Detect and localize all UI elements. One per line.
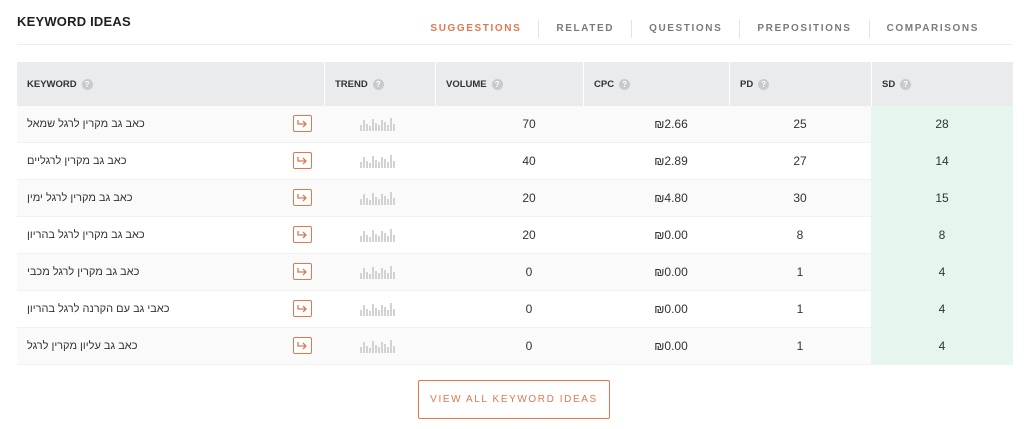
keyword-text[interactable]: כאב גב מקרין לרגל שמאל	[27, 118, 145, 130]
table-row[interactable]: כאב גב מקרין לרגל בהריון 20 ₪0.00 8 8	[17, 216, 1013, 254]
open-arrow-icon[interactable]	[293, 188, 312, 206]
sd-cell: 4	[871, 327, 1013, 365]
pd-cell: 1	[796, 302, 804, 316]
column-header-pd[interactable]: PD ?	[729, 62, 871, 106]
open-arrow-icon[interactable]	[293, 151, 312, 169]
column-label: KEYWORD	[27, 78, 77, 90]
tab-prepositions[interactable]: PREPOSITIONS	[739, 20, 868, 38]
pd-cell: 1	[796, 265, 804, 279]
sd-cell: 4	[871, 290, 1013, 328]
column-header-volume[interactable]: VOLUME ?	[435, 62, 583, 106]
open-arrow-icon[interactable]	[293, 225, 312, 243]
sparkline-icon	[324, 328, 435, 365]
keyword-text[interactable]: כאבי גב עם הקרנה לרגל בהריון	[27, 303, 170, 315]
help-icon[interactable]: ?	[491, 78, 503, 90]
volume-cell: 0	[525, 302, 533, 316]
keyword-text[interactable]: כאב גב מקרין לרגל בהריון	[27, 229, 145, 241]
help-icon[interactable]: ?	[619, 78, 631, 90]
help-icon[interactable]: ?	[758, 78, 770, 90]
volume-cell: 0	[525, 265, 533, 279]
keyword-cell[interactable]: כאב גב מקרין לרגל בהריון	[17, 217, 324, 254]
sd-cell: 15	[871, 179, 1013, 217]
column-label: TREND	[335, 78, 368, 90]
column-label: CPC	[594, 78, 615, 90]
volume-cell: 70	[522, 117, 536, 131]
table-row[interactable]: כאב גב מקרין לרגל שמאל 70 ₪2.66 25 28	[17, 105, 1013, 143]
sparkline-icon	[324, 291, 435, 328]
open-arrow-icon[interactable]	[293, 299, 312, 317]
cpc-cell: ₪0.00	[654, 228, 688, 242]
tab-comparisons[interactable]: COMPARISONS	[868, 20, 996, 38]
column-header-trend[interactable]: TREND ?	[324, 62, 435, 106]
volume-cell: 20	[522, 191, 536, 205]
page-title: KEYWORD IDEAS	[17, 14, 131, 29]
volume-cell: 20	[522, 228, 536, 242]
pd-cell: 25	[793, 117, 807, 131]
cpc-cell: ₪2.66	[654, 117, 688, 131]
cpc-cell: ₪0.00	[654, 339, 688, 353]
view-all-keyword-ideas-button[interactable]: VIEW ALL KEYWORD IDEAS	[418, 380, 610, 419]
sd-cell: 4	[871, 253, 1013, 291]
tab-suggestions[interactable]: SUGGESTIONS	[413, 20, 538, 38]
help-icon[interactable]: ?	[81, 78, 93, 90]
sparkline-icon	[324, 254, 435, 291]
keyword-text[interactable]: כאב גב מקרין לרגל מכבי	[27, 266, 139, 278]
pd-cell: 8	[796, 228, 804, 242]
column-label: VOLUME	[446, 78, 487, 90]
keyword-text[interactable]: כאב גב מקרין לרגליים	[27, 155, 127, 167]
help-icon[interactable]: ?	[372, 78, 384, 90]
column-header-sd[interactable]: SD ?	[871, 62, 1013, 106]
cpc-cell: ₪0.00	[654, 265, 688, 279]
column-header-keyword[interactable]: KEYWORD ?	[17, 62, 324, 106]
keyword-table: KEYWORD ? TREND ? VOLUME ? CPC ? PD ? SD…	[17, 62, 1013, 365]
sd-cell: 28	[871, 105, 1013, 143]
keyword-cell[interactable]: כאב גב מקרין לרגליים	[17, 143, 324, 180]
keyword-text[interactable]: כאב גב מקרין לרגל ימין	[27, 192, 133, 204]
column-header-cpc[interactable]: CPC ?	[583, 62, 729, 106]
tab-related[interactable]: RELATED	[538, 20, 631, 38]
keyword-cell[interactable]: כאב גב עליון מקרין לרגל	[17, 328, 324, 365]
volume-cell: 0	[525, 339, 533, 353]
pd-cell: 30	[793, 191, 807, 205]
open-arrow-icon[interactable]	[293, 262, 312, 280]
pd-cell: 27	[793, 154, 807, 168]
table-header: KEYWORD ? TREND ? VOLUME ? CPC ? PD ? SD…	[17, 62, 1013, 106]
sparkline-icon	[324, 143, 435, 180]
open-arrow-icon[interactable]	[293, 336, 312, 354]
column-label: PD	[740, 78, 754, 90]
column-label: SD	[882, 78, 896, 90]
sparkline-icon	[324, 106, 435, 143]
keyword-text[interactable]: כאב גב עליון מקרין לרגל	[27, 340, 137, 352]
table-row[interactable]: כאבי גב עם הקרנה לרגל בהריון 0 ₪0.00 1 4	[17, 290, 1013, 328]
table-body: כאב גב מקרין לרגל שמאל 70 ₪2.66 25 28 כא…	[17, 105, 1013, 365]
sparkline-icon	[324, 180, 435, 217]
help-icon[interactable]: ?	[900, 78, 912, 90]
tab-questions[interactable]: QUESTIONS	[631, 20, 739, 38]
table-row[interactable]: כאב גב עליון מקרין לרגל 0 ₪0.00 1 4	[17, 327, 1013, 365]
keyword-cell[interactable]: כאב גב מקרין לרגל שמאל	[17, 106, 324, 143]
table-row[interactable]: כאב גב מקרין לרגל מכבי 0 ₪0.00 1 4	[17, 253, 1013, 291]
sd-cell: 8	[871, 216, 1013, 254]
keyword-cell[interactable]: כאב גב מקרין לרגל ימין	[17, 180, 324, 217]
open-arrow-icon[interactable]	[293, 114, 312, 132]
cpc-cell: ₪4.80	[654, 191, 688, 205]
cpc-cell: ₪2.89	[654, 154, 688, 168]
header-divider	[17, 44, 1012, 45]
volume-cell: 40	[522, 154, 536, 168]
table-row[interactable]: כאב גב מקרין לרגל ימין 20 ₪4.80 30 15	[17, 179, 1013, 217]
table-row[interactable]: כאב גב מקרין לרגליים 40 ₪2.89 27 14	[17, 142, 1013, 180]
sd-cell: 14	[871, 142, 1013, 180]
pd-cell: 1	[796, 339, 804, 353]
keyword-cell[interactable]: כאבי גב עם הקרנה לרגל בהריון	[17, 291, 324, 328]
cpc-cell: ₪0.00	[654, 302, 688, 316]
keyword-tabs: SUGGESTIONS RELATED QUESTIONS PREPOSITIO…	[413, 20, 996, 38]
sparkline-icon	[324, 217, 435, 254]
keyword-cell[interactable]: כאב גב מקרין לרגל מכבי	[17, 254, 324, 291]
